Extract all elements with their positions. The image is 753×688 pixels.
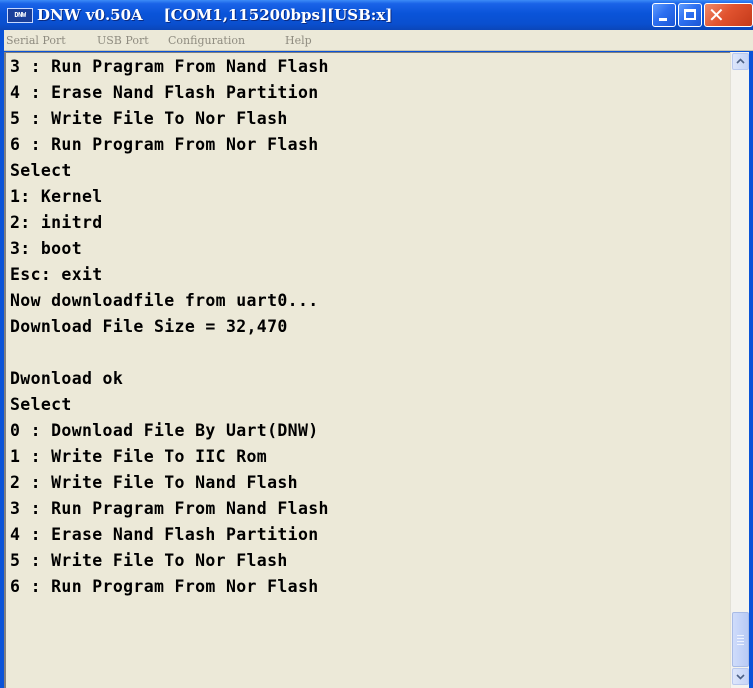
minimize-icon [659,18,667,21]
dnw-window: DNW DNW v0.50A [COM1,115200bps][USB:x] ✕… [0,0,753,688]
scrollbar-thumb[interactable] [732,612,749,667]
menu-configuration[interactable]: Configuration [168,33,245,49]
terminal-line: 4 : Erase Nand Flash Partition [10,525,319,544]
terminal-line: 5 : Write File To Nor Flash [10,109,288,128]
terminal-line: Download File Size = 32,470 [10,317,288,336]
terminal-line: Select [10,395,72,414]
maximize-icon [684,9,696,20]
terminal-output[interactable]: 3 : Run Pragram From Nand Flash 4 : Eras… [4,52,730,688]
scrollbar-grip [737,638,744,639]
maximize-button[interactable] [678,3,702,27]
scrollbar-grip [737,644,744,645]
terminal-line: 3 : Run Pragram From Nand Flash [10,57,329,76]
terminal-line: 5 : Write File To Nor Flash [10,551,288,570]
scroll-up-arrow-icon [736,58,745,64]
terminal-line: 1: Kernel [10,187,103,206]
terminal-line: 2: initrd [10,213,103,232]
terminal-line: Now downloadfile from uart0... [10,291,319,310]
terminal-line: 4 : Erase Nand Flash Partition [10,83,319,102]
dnw-app-icon[interactable]: DNW [7,8,33,23]
window-frame-right [749,30,753,688]
window-title: DNW v0.50A [COM1,115200bps][USB:x] [37,6,393,24]
scroll-down-button[interactable] [732,668,749,685]
menu-help[interactable]: Help [285,33,312,49]
menu-bar: Serial Port USB Port Configuration Help [4,30,753,51]
terminal-line: 2 : Write File To Nand Flash [10,473,298,492]
terminal-line: 0 : Download File By Uart(DNW) [10,421,319,440]
terminal-line: Select [10,161,72,180]
scrollbar-grip [737,635,744,636]
close-button[interactable]: ✕ [704,3,753,27]
terminal-line: Dwonload ok [10,369,124,388]
close-icon: ✕ [708,3,725,27]
scroll-up-button[interactable] [732,53,749,70]
terminal-line: 3: boot [10,239,82,258]
title-bar[interactable]: DNW DNW v0.50A [COM1,115200bps][USB:x] ✕ [0,0,753,30]
scrollbar-grip [737,641,744,642]
terminal-line: Esc: exit [10,265,103,284]
scroll-down-arrow-icon [736,674,745,680]
terminal-line: 3 : Run Pragram From Nand Flash [10,499,329,518]
minimize-button[interactable] [652,3,676,27]
menu-usb-port[interactable]: USB Port [97,33,149,49]
menu-serial-port[interactable]: Serial Port [6,33,66,49]
vertical-scrollbar[interactable] [730,52,749,688]
terminal-line: 1 : Write File To IIC Rom [10,447,268,466]
terminal-line: 6 : Run Program From Nor Flash [10,135,319,154]
terminal-line: 6 : Run Program From Nor Flash [10,577,319,596]
